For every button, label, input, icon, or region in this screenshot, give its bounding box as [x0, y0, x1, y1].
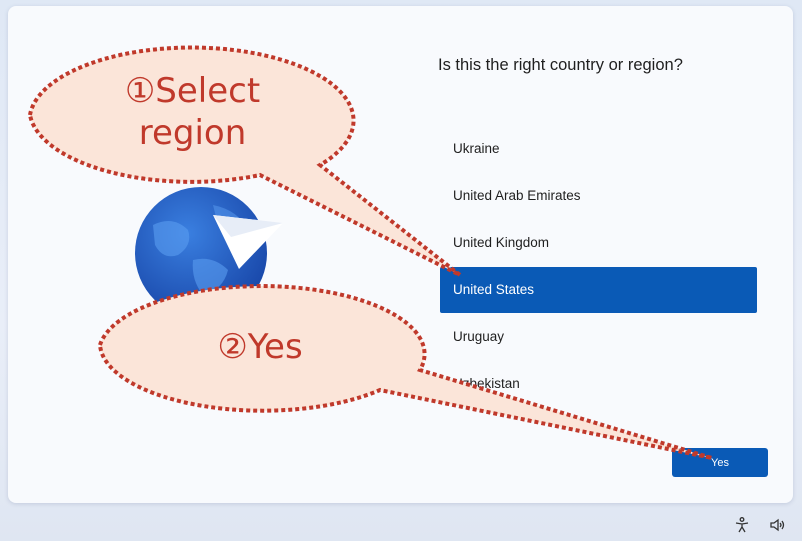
accessibility-icon[interactable]	[733, 516, 751, 534]
callout-step2: ②Yes	[217, 327, 303, 367]
callout-step1-line1: ①Select	[124, 71, 261, 111]
callout-bubble-2	[97, 284, 713, 460]
volume-icon[interactable]	[769, 516, 787, 534]
callout-step1: ①Select region	[85, 70, 300, 154]
callout-step1-line2: region	[138, 113, 247, 153]
